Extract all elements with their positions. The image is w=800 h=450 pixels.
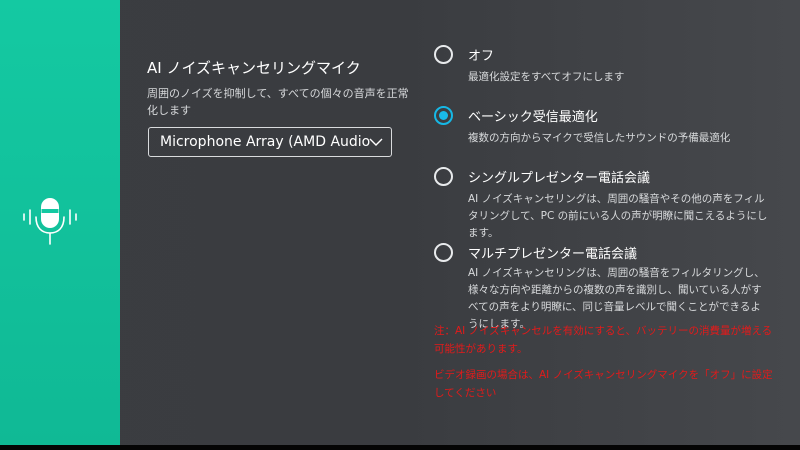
bottom-strip [0,445,800,450]
microphone-device-select[interactable]: Microphone Array (AMD Audio [148,127,392,157]
radio-button[interactable] [434,243,453,262]
radio-button-selected[interactable] [434,106,453,125]
microphone-icon[interactable] [20,190,80,250]
battery-warning-note: 注：AI ノイズキャンセルを有効にすると、バッテリーの消費量が増える可能性があり… [434,325,773,355]
setting-description: 周囲のノイズを抑制して、すべての個々の音声を正常化します [147,87,409,117]
setting-title: AI ノイズキャンセリングマイク [147,59,361,77]
settings-screen: AI ノイズキャンセリングマイク 周囲のノイズを抑制して、すべての個々の音声を正… [0,0,800,445]
sidebar [0,0,120,445]
option-description: 複数の方向からマイクで受信したサウンドの予備最適化 [468,132,731,144]
radio-button[interactable] [434,167,453,186]
video-recording-note: ビデオ録画の場合は、AI ノイズキャンセリングマイクを「オフ」に設定してください [434,369,773,399]
option-label: マルチプレゼンター電話会議 [468,247,638,262]
chevron-down-icon [369,138,383,146]
select-value: Microphone Array (AMD Audio [160,134,371,150]
option-label: ベーシック受信最適化 [468,110,598,125]
radio-button[interactable] [434,45,453,64]
option-label: シングルプレゼンター電話会議 [468,171,651,186]
option-description: 最適化設定をすべてオフにします [468,71,625,83]
option-label: オフ [468,49,495,64]
option-description: AI ノイズキャンセリングは、周囲の騒音やその他の声をフィルタリングして、PC … [468,193,768,239]
